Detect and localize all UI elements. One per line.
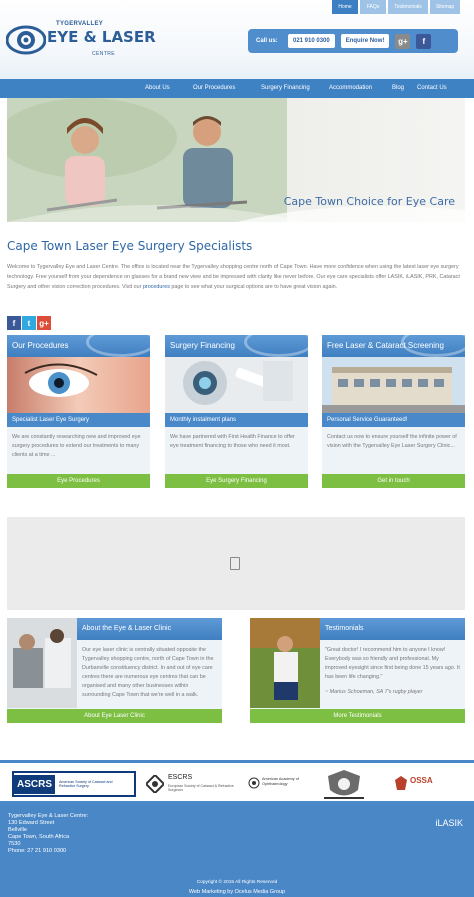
missing-plugin-icon — [230, 557, 240, 570]
card-title: Surgery Financing — [165, 335, 308, 357]
phone-button[interactable]: 021 910 0300 — [288, 34, 335, 48]
address-line: Phone: 27 21 910 0300 — [8, 848, 67, 854]
page-title: Cape Town Laser Eye Surgery Specialists — [7, 239, 253, 253]
embedded-media-placeholder — [7, 517, 465, 610]
more-testimonials-button[interactable]: More Testimonials — [250, 709, 465, 723]
surgery-equipment-image — [165, 357, 308, 413]
nav-about-us[interactable]: About Us — [145, 85, 170, 91]
site-footer: Tygervalley Eye & Laser Centre: 130 Edwa… — [0, 804, 474, 897]
logo-text-centre: CENTRE — [92, 51, 115, 57]
social-share: f t g+ — [7, 316, 51, 330]
logo-text-tygervalley: TYGERVALLEY — [56, 21, 104, 27]
eye-closeup-image — [7, 357, 150, 413]
card-title: Free Laser & Cataract Screening — [322, 335, 465, 357]
nav-faqs[interactable]: FAQs — [360, 0, 386, 14]
address-line: Bellville — [8, 827, 27, 833]
hero-banner: Cape Town Choice for Eye Care — [7, 98, 465, 222]
nav-blog[interactable]: Blog — [392, 85, 404, 91]
about-title-text: About the Eye & Laser Clinic — [82, 625, 172, 632]
footer-address: Tygervalley Eye & Laser Centre: 130 Edwa… — [8, 813, 88, 855]
web-marketing-credit[interactable]: Web Marketing by Ocelus Media Group — [0, 889, 474, 895]
google-plus-share-icon[interactable]: g+ — [37, 316, 51, 330]
card-subtitle: Monthly instalment plans — [165, 413, 308, 427]
intro-text-2: page to see what your surgical options a… — [169, 284, 338, 290]
address-line: Cape Town, South Africa — [8, 834, 70, 840]
address-line: 7530 — [8, 841, 21, 847]
card-text: Contact us now to ensure yourself the in… — [327, 434, 457, 449]
crest-logo-icon — [324, 770, 364, 799]
ossa-emblem-icon — [395, 776, 407, 790]
card-subtitle: Specialist Laser Eye Surgery — [7, 413, 150, 427]
partner-logos: ASCRS American Society of Cataract and R… — [0, 760, 474, 804]
escrs-emblem-icon — [146, 775, 164, 793]
escrs-logo: ESCRS European Society of Cataract & Ref… — [146, 773, 236, 795]
procedures-link[interactable]: procedures — [143, 284, 170, 290]
enquire-now-button[interactable]: Enquire Now! — [340, 34, 390, 48]
google-plus-icon[interactable]: g+ — [395, 33, 411, 49]
about-title: About the Eye & Laser Clinic — [77, 618, 222, 640]
card-title: Our Procedures — [7, 335, 150, 357]
aao-logo: American Academy of Ophthalmology — [248, 775, 310, 793]
nav-surgery-financing[interactable]: Surgery Financing — [261, 85, 310, 91]
nav-accommodation[interactable]: Accommodation — [329, 85, 372, 91]
testimonials-title-text: Testimonials — [325, 625, 364, 632]
card-our-procedures: Our Procedures Specialist Laser Eye Surg… — [7, 335, 150, 488]
call-label: Call us: — [256, 38, 278, 44]
eye-logo-icon — [6, 25, 46, 55]
eye-exam-image — [7, 618, 77, 708]
facebook-icon[interactable]: f — [416, 33, 432, 49]
contact-box: Call us: 021 910 0300 Enquire Now! g+ f — [248, 29, 458, 53]
about-text: Our eye laser clinic is centrally situat… — [82, 647, 214, 698]
nav-testimonials[interactable]: Testimonials — [388, 0, 428, 14]
testimonial-text: "Great doctor! I recommend him to anyone… — [325, 647, 460, 680]
copyright: Copyright © 2015 All Rights Reserved — [196, 880, 278, 885]
testimonials-title: Testimonials — [320, 618, 465, 640]
testimonials-panel: Testimonials "Great doctor! I recommend … — [250, 618, 465, 723]
card-subtitle: Personal Service Guaranteed! — [322, 413, 465, 427]
nav-home[interactable]: Home — [332, 0, 358, 14]
site-logo[interactable]: TYGERVALLEY EYE & LASER CENTRE — [6, 20, 156, 62]
eye-procedures-button[interactable]: Eye Procedures — [7, 474, 150, 488]
about-eye-laser-clinic-button[interactable]: About Eye Laser Clinic — [7, 709, 222, 723]
clinic-building-image — [322, 357, 465, 413]
nav-our-procedures[interactable]: Our Procedures — [193, 85, 235, 91]
nav-sitemap[interactable]: Sitemap — [430, 0, 460, 14]
intro-paragraph: Welcome to Tygervalley Eye and Laser Cen… — [7, 262, 465, 292]
ilasik-logo: iLASIK — [435, 818, 463, 828]
eye-surgery-financing-button[interactable]: Eye Surgery Financing — [165, 474, 308, 488]
main-nav: About Us Our Procedures Surgery Financin… — [0, 79, 474, 98]
testimonial-author: ~ Marius Schoeman, SA 7's rugby player — [325, 689, 423, 695]
hero-caption: Cape Town Choice for Eye Care — [283, 195, 455, 208]
card-text: We are constantly researching new and im… — [12, 434, 141, 458]
card-title-text: Our Procedures — [12, 341, 69, 350]
facebook-share-icon[interactable]: f — [7, 316, 21, 330]
rugby-player-image — [250, 618, 320, 708]
about-panel: About the Eye & Laser Clinic Our eye las… — [7, 618, 222, 723]
utility-nav: Home FAQs Testimonials Sitemap — [332, 0, 460, 14]
card-surgery-financing: Surgery Financing Monthly instalment pla… — [165, 335, 308, 488]
card-title-text: Surgery Financing — [170, 341, 235, 350]
testimonial-quote: "Great doctor! I recommend him to anyone… — [325, 646, 460, 697]
ascrs-logo: ASCRS American Society of Cataract and R… — [12, 771, 136, 797]
nav-contact-us[interactable]: Contact Us — [417, 85, 447, 91]
address-line: Tygervalley Eye & Laser Centre: — [8, 813, 89, 819]
address-line: 130 Edward Street — [8, 820, 55, 826]
ossa-logo: OSSA — [395, 774, 455, 794]
logo-text-eye-laser: EYE & LASER — [47, 28, 156, 46]
aao-emblem-icon — [248, 777, 260, 789]
get-in-touch-button[interactable]: Get in touch — [322, 474, 465, 488]
twitter-share-icon[interactable]: t — [22, 316, 36, 330]
card-free-screening: Free Laser & Cataract Screening Personal… — [322, 335, 465, 488]
card-text: We have partnered with First Health Fina… — [170, 434, 295, 449]
